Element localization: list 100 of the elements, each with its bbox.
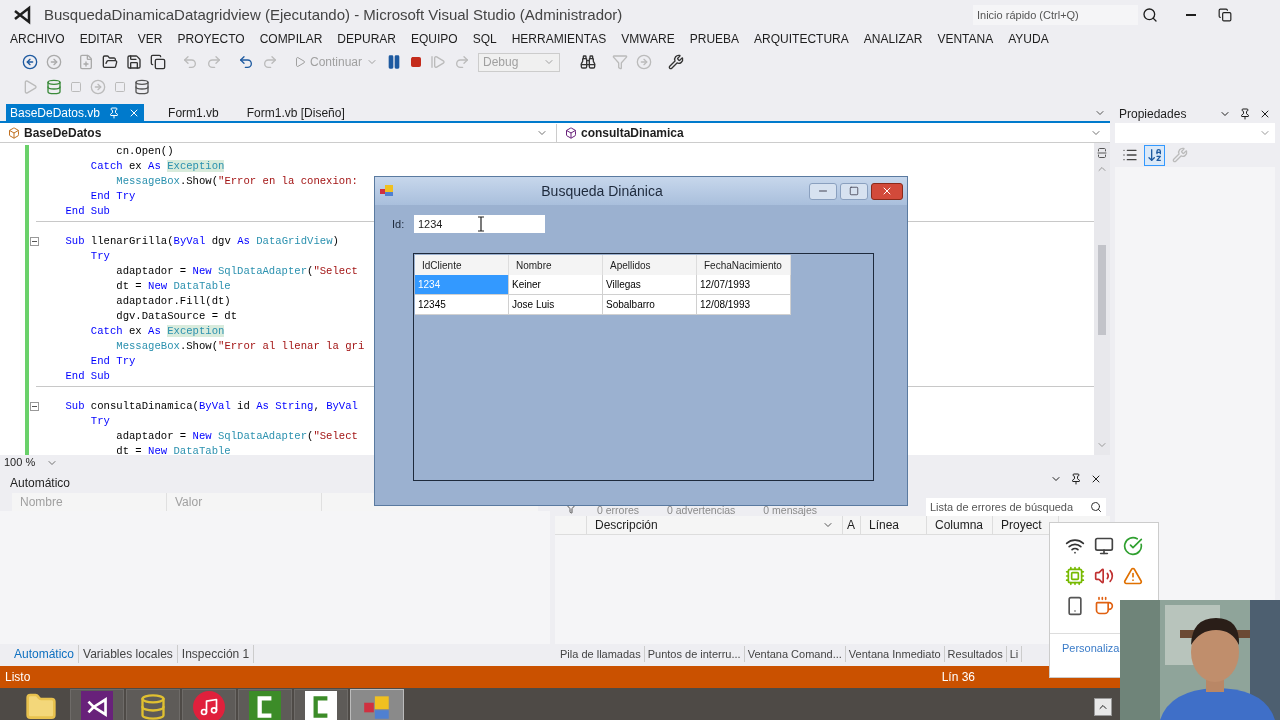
letter-mark-icon [249, 691, 281, 720]
grid-cell[interactable]: Sobalbarro [603, 295, 697, 315]
panel-tab[interactable]: Pila de llamadas [557, 645, 645, 663]
panel-tab[interactable]: Automático [10, 645, 80, 663]
grid-cell[interactable]: 12/07/1993 [697, 275, 791, 295]
stop-icon[interactable] [410, 56, 423, 68]
collapse-icon[interactable] [30, 237, 39, 246]
code-line: End Try [89, 189, 136, 204]
column-header[interactable]: Columna [927, 516, 993, 534]
panel-tab[interactable]: Inspección 1 [177, 645, 255, 663]
wifi-icon[interactable] [1064, 536, 1085, 556]
taskbar-button[interactable] [238, 689, 292, 720]
menu-item[interactable]: PROYECTO [177, 30, 245, 48]
pin-icon[interactable] [1070, 473, 1082, 485]
pin-icon[interactable] [1239, 107, 1251, 120]
undo-icon[interactable] [238, 54, 254, 70]
panel-tab[interactable]: Ventana Inmediato [845, 645, 945, 663]
sort-az-icon[interactable] [1144, 144, 1165, 166]
code-line: Catch ex As Exception [89, 159, 225, 174]
menu-item[interactable]: VMWARE [621, 30, 675, 48]
collapse-icon[interactable] [30, 402, 39, 411]
taskbar-button[interactable] [182, 689, 236, 720]
quick-launch-field[interactable]: Inicio rápido (Ctrl+Q) [973, 5, 1138, 25]
column-header[interactable]: Nombre [509, 255, 603, 275]
wrench-icon[interactable] [668, 54, 685, 70]
infinity-logo-icon [81, 691, 113, 720]
menu-item[interactable]: AYUDA [1008, 30, 1049, 48]
menu-item[interactable]: SQL [472, 30, 497, 48]
column-header[interactable]: Línea [861, 516, 927, 534]
monitor-icon[interactable] [1094, 536, 1114, 556]
speaker-icon[interactable] [1094, 566, 1114, 586]
code-line: dt = New DataTable [115, 444, 231, 455]
code-line: Try [89, 249, 110, 264]
column-header[interactable]: Apellidos [603, 255, 697, 275]
grid-cell[interactable]: 12/08/1993 [697, 295, 791, 315]
tray-overflow-button[interactable] [1094, 698, 1112, 716]
field-label: Id: [392, 216, 406, 232]
grid-cell[interactable]: 12345 [415, 295, 509, 315]
close-icon[interactable] [1090, 473, 1102, 485]
zoom-combo[interactable]: 100 % [0, 454, 62, 471]
save-all-icon[interactable] [150, 54, 166, 70]
binoculars-icon[interactable] [580, 54, 597, 70]
code-line: adaptador.Fill(dt) [115, 294, 231, 309]
close-button[interactable] [871, 182, 903, 200]
taskbar-button[interactable] [70, 689, 124, 720]
menu-item[interactable]: ANALIZAR [863, 30, 923, 48]
menu-item[interactable]: ARQUITECTURA [754, 30, 849, 48]
menu-item[interactable]: HERRAMIENTAS [511, 30, 607, 48]
error-search-field[interactable]: Lista de errores de búsqueda [926, 498, 1106, 516]
music-icon [193, 691, 225, 720]
maximize-button[interactable] [840, 182, 868, 200]
document-tab[interactable]: Form1.vb [164, 104, 223, 121]
grid-cell[interactable]: Jose Luis [509, 295, 603, 315]
split-icon[interactable] [1096, 147, 1108, 159]
panel-tab[interactable]: Li [1006, 645, 1023, 663]
column-header[interactable]: IdCliente [415, 255, 509, 275]
warning-icon[interactable] [1123, 566, 1144, 586]
customize-link[interactable]: Personaliza [1062, 642, 1120, 654]
infinity-logo-icon [12, 5, 32, 25]
scroll-thumb[interactable] [1098, 245, 1106, 335]
grid-cell[interactable]: Villegas [603, 275, 697, 295]
member-combo[interactable]: consultaDinamica [556, 123, 1110, 142]
check-icon[interactable] [1123, 536, 1144, 556]
id-field[interactable]: 1234 [414, 215, 545, 233]
back-icon[interactable] [22, 54, 38, 70]
menu-item[interactable]: COMPILAR [259, 30, 323, 48]
menu-item[interactable]: VENTANA [937, 30, 994, 48]
column-header[interactable]: FechaNacimiento [697, 255, 791, 275]
database-icon[interactable] [46, 79, 62, 95]
code-line: adaptador = New SqlDataAdapter("Select [115, 264, 358, 279]
panel-tab[interactable]: Variables locales [79, 645, 178, 663]
menu-item[interactable]: EQUIPO [411, 30, 458, 48]
open-icon[interactable] [102, 54, 118, 70]
menu-item[interactable]: VER [137, 30, 163, 48]
menu-item[interactable]: EDITAR [79, 30, 123, 48]
restart-icon[interactable] [454, 54, 471, 70]
panel-tab[interactable]: Ventana Comand... [744, 645, 846, 663]
menu-item[interactable]: DEPURAR [337, 30, 396, 48]
save-icon[interactable] [126, 54, 142, 70]
database-icon[interactable] [134, 79, 150, 95]
panel-tab[interactable]: Resultados [944, 645, 1007, 663]
menu-item[interactable]: PRUEBA [689, 30, 740, 48]
search-icon [1090, 501, 1102, 513]
panel-title: Automático [10, 475, 71, 492]
cup-icon[interactable] [1094, 596, 1114, 616]
class-combo[interactable]: BaseDeDatos [0, 123, 556, 142]
restore-icon [1218, 8, 1232, 22]
document-tab[interactable]: Form1.vb [Diseño] [242, 104, 349, 121]
chip-icon[interactable] [1064, 566, 1085, 586]
panel-tab[interactable]: Puntos de interru... [644, 645, 745, 663]
column-header[interactable]: A [843, 516, 861, 534]
menu-item[interactable]: ARCHIVO [10, 30, 65, 48]
column-header[interactable]: Descripción [587, 516, 843, 534]
play-icon [294, 56, 306, 68]
dialog-title: Busqueda Dinánica [540, 181, 664, 201]
code-line: dgv.DataSource = dt [115, 309, 238, 324]
taskbar-button[interactable] [294, 689, 348, 720]
letter-mark-icon [305, 691, 337, 720]
code-line: Try [89, 414, 110, 429]
grid-cell[interactable]: Keiner [509, 275, 603, 295]
